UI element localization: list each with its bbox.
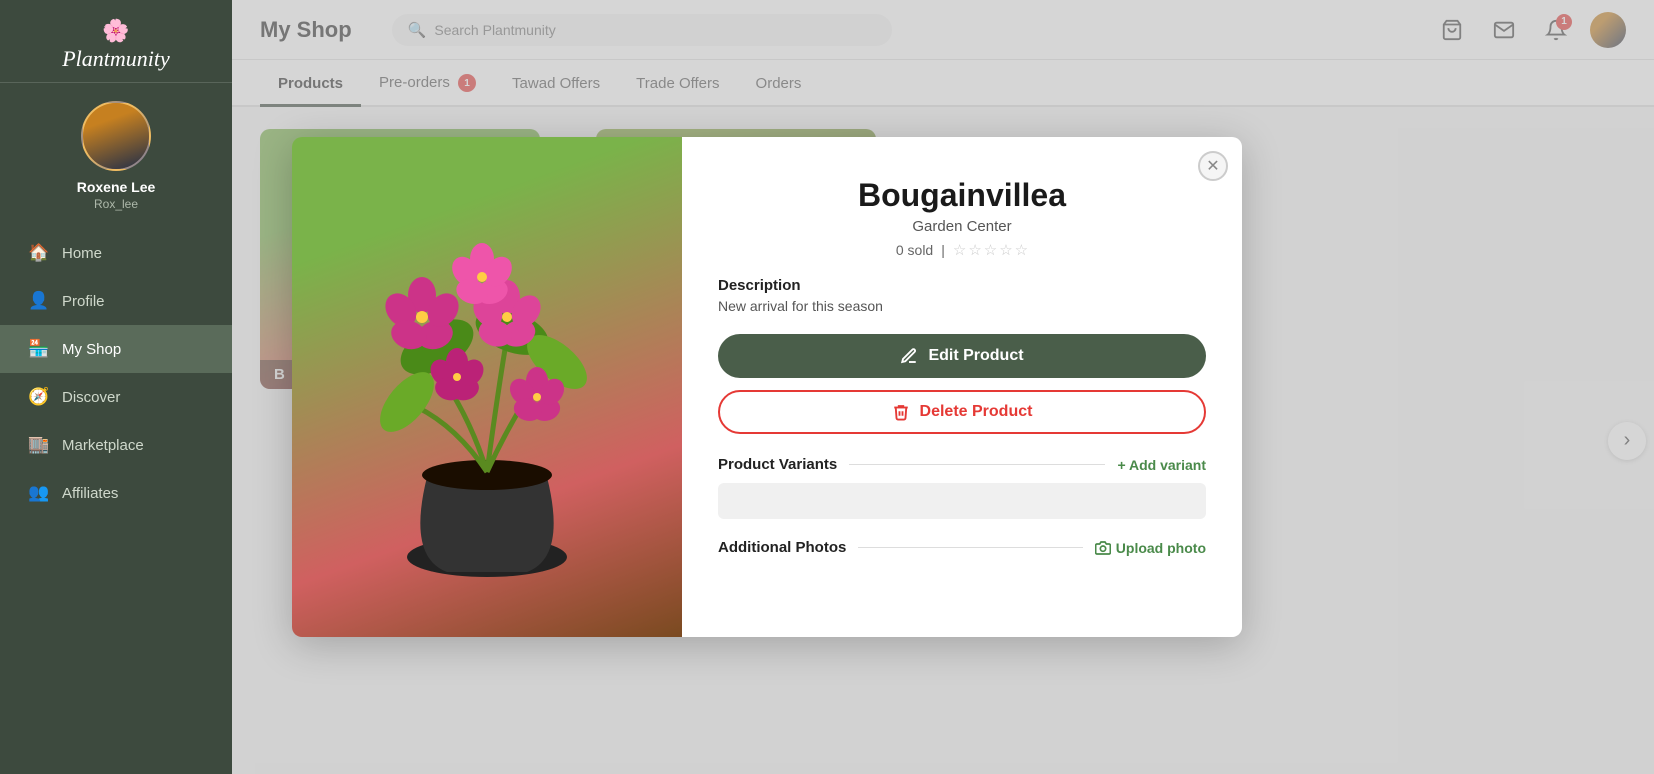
sold-count: 0 sold <box>896 242 933 258</box>
avatar-image <box>83 101 149 171</box>
modal-flower-image <box>292 137 682 637</box>
modal-info-side: ✕ Bougainvillea Garden Center 0 sold | ☆… <box>682 137 1242 637</box>
description-label: Description <box>718 277 1206 294</box>
star-3: ☆ <box>984 241 997 259</box>
trash-icon <box>892 403 910 421</box>
sidebar-item-label-home: Home <box>62 245 102 262</box>
sidebar-item-discover[interactable]: 🧭 Discover <box>0 373 232 421</box>
photos-divider <box>858 547 1082 548</box>
sidebar-item-marketplace[interactable]: 🏬 Marketplace <box>0 421 232 469</box>
sidebar-avatar-section: Roxene Lee Rox_lee <box>77 101 156 211</box>
delete-product-button[interactable]: Delete Product <box>718 390 1206 434</box>
logo-text: Plantmunity <box>62 46 170 72</box>
modal-image-side <box>292 137 682 637</box>
marketplace-icon: 🏬 <box>28 435 48 455</box>
affiliates-icon: 👥 <box>28 483 48 503</box>
upload-photo-button[interactable]: Upload photo <box>1095 540 1206 556</box>
sidebar-item-label-affiliates: Affiliates <box>62 485 118 502</box>
description-text: New arrival for this season <box>718 298 1206 314</box>
avatar[interactable] <box>81 101 151 171</box>
main-content: My Shop 🔍 1 <box>232 0 1654 774</box>
star-rating: ☆ ☆ ☆ ☆ ☆ <box>953 241 1028 259</box>
photos-label: Additional Photos <box>718 539 846 556</box>
sidebar-item-label-profile: Profile <box>62 293 105 310</box>
modal-product-name: Bougainvillea <box>718 177 1206 214</box>
sidebar-item-label-marketplace: Marketplace <box>62 437 144 454</box>
star-4: ☆ <box>999 241 1012 259</box>
star-2: ☆ <box>968 241 981 259</box>
sidebar-item-profile[interactable]: 👤 Profile <box>0 277 232 325</box>
modal-backdrop[interactable]: ✕ Bougainvillea Garden Center 0 sold | ☆… <box>232 0 1654 774</box>
variant-item-placeholder <box>718 483 1206 519</box>
sidebar-username: Roxene Lee <box>77 179 156 195</box>
sidebar-item-home[interactable]: 🏠 Home <box>0 229 232 277</box>
edit-product-button[interactable]: Edit Product <box>718 334 1206 378</box>
star-5: ☆ <box>1015 241 1028 259</box>
sidebar: 🌸 Plantmunity Roxene Lee Rox_lee 🏠 Home … <box>0 0 232 774</box>
photos-header: Additional Photos Upload photo <box>718 539 1206 556</box>
profile-icon: 👤 <box>28 291 48 311</box>
sidebar-navigation: 🏠 Home 👤 Profile 🏪 My Shop 🧭 Discover 🏬 … <box>0 229 232 517</box>
stats-divider: | <box>941 242 945 258</box>
camera-icon <box>1095 540 1111 556</box>
add-variant-button[interactable]: + Add variant <box>1117 457 1206 473</box>
sidebar-item-label-discover: Discover <box>62 389 120 406</box>
home-icon: 🏠 <box>28 243 48 263</box>
sidebar-logo: 🌸 Plantmunity <box>0 0 232 83</box>
sidebar-item-myshop[interactable]: 🏪 My Shop <box>0 325 232 373</box>
sidebar-item-affiliates[interactable]: 👥 Affiliates <box>0 469 232 517</box>
sidebar-handle: Rox_lee <box>94 197 138 211</box>
modal-shop-name: Garden Center <box>718 218 1206 235</box>
edit-icon <box>900 347 918 365</box>
discover-icon: 🧭 <box>28 387 48 407</box>
variants-divider <box>849 464 1105 465</box>
variants-label: Product Variants <box>718 456 837 473</box>
star-1: ☆ <box>953 241 966 259</box>
modal-close-button[interactable]: ✕ <box>1198 151 1228 181</box>
variants-header: Product Variants + Add variant <box>718 456 1206 473</box>
sidebar-item-label-myshop: My Shop <box>62 341 121 358</box>
myshop-icon: 🏪 <box>28 339 48 359</box>
modal-stats: 0 sold | ☆ ☆ ☆ ☆ ☆ <box>718 241 1206 259</box>
product-modal: ✕ Bougainvillea Garden Center 0 sold | ☆… <box>292 137 1242 637</box>
logo-icon: 🌸 <box>102 18 129 44</box>
